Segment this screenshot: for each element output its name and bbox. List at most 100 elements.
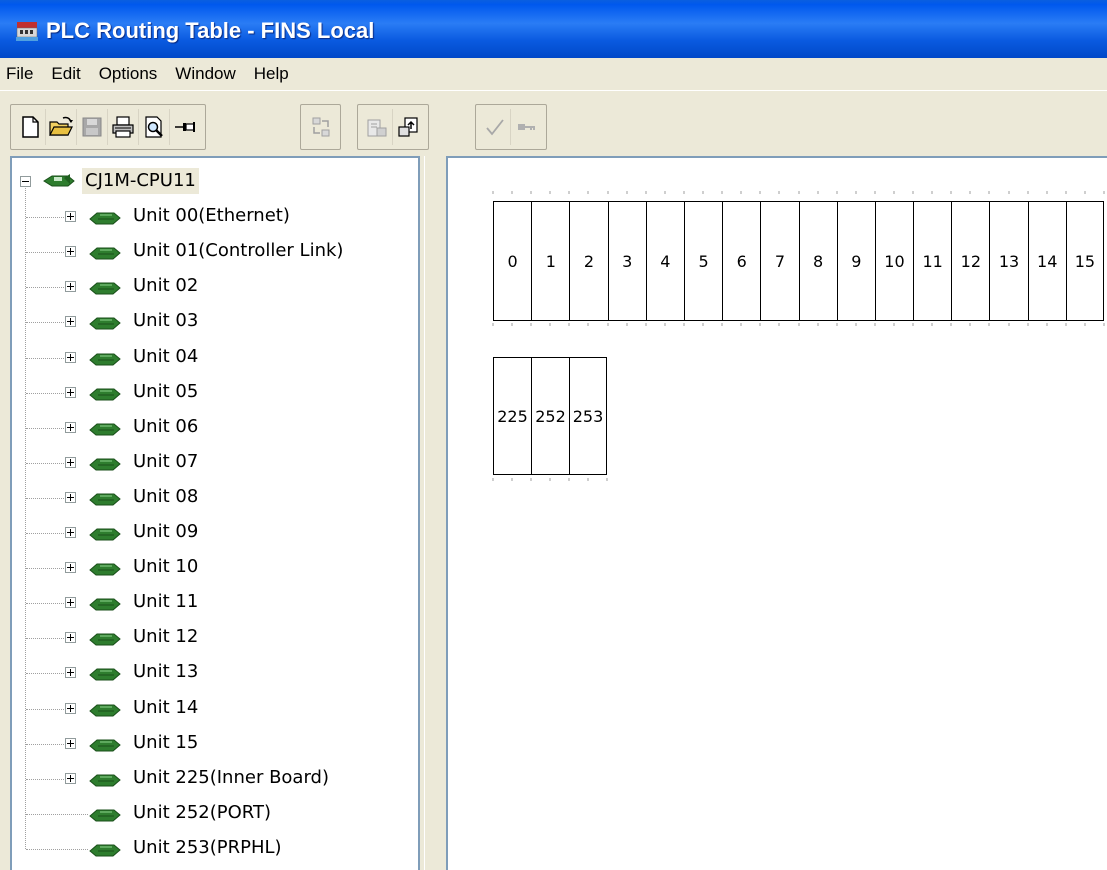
tree-unit-item[interactable]: Unit 10 bbox=[12, 550, 418, 585]
rack-slot[interactable]: 9 bbox=[836, 201, 875, 321]
open-button[interactable] bbox=[46, 109, 77, 145]
rack-tick bbox=[530, 191, 533, 194]
rack-tick bbox=[549, 323, 552, 326]
rack-slot[interactable]: 225 bbox=[493, 357, 531, 475]
tree-unit-item[interactable]: Unit 11 bbox=[12, 585, 418, 620]
rack-slot[interactable]: 7 bbox=[760, 201, 799, 321]
toolbar-verify bbox=[475, 104, 547, 150]
rack-slot[interactable]: 4 bbox=[645, 201, 684, 321]
save-icon bbox=[82, 117, 102, 137]
tree-unit-item[interactable]: Unit 15 bbox=[12, 726, 418, 761]
rack-slot[interactable]: 1 bbox=[531, 201, 570, 321]
tree-unit-item[interactable]: Unit 12 bbox=[12, 620, 418, 655]
expand-icon[interactable] bbox=[65, 246, 76, 258]
rack-slot[interactable]: 13 bbox=[989, 201, 1028, 321]
expand-icon[interactable] bbox=[65, 702, 76, 714]
expand-icon[interactable] bbox=[65, 527, 76, 538]
tree-root[interactable]: CJ1M-CPU11 bbox=[12, 164, 418, 199]
expand-icon[interactable] bbox=[65, 211, 76, 223]
tree-unit-item[interactable]: Unit 253(PRPHL) bbox=[12, 831, 418, 866]
expand-icon[interactable] bbox=[65, 456, 76, 468]
tree-unit-item[interactable]: Unit 03 bbox=[12, 304, 418, 339]
tree-unit-item[interactable]: Unit 13 bbox=[12, 655, 418, 690]
unit-icon bbox=[89, 212, 121, 225]
title-bar[interactable]: PLC Routing Table - FINS Local bbox=[0, 0, 1107, 58]
tree-unit-item[interactable]: Unit 02 bbox=[12, 269, 418, 304]
rack-tick bbox=[606, 191, 609, 194]
rack-slot[interactable]: 252 bbox=[531, 357, 569, 475]
menu-file[interactable]: File bbox=[0, 60, 42, 88]
rack-slot[interactable]: 6 bbox=[722, 201, 761, 321]
print-preview-button[interactable] bbox=[139, 109, 170, 145]
save-button[interactable] bbox=[77, 109, 108, 145]
rack-slot[interactable]: 0 bbox=[493, 201, 532, 321]
key-button[interactable] bbox=[511, 109, 542, 145]
tree-branch-line bbox=[26, 217, 66, 219]
rack-tick bbox=[797, 191, 800, 194]
menu-edit[interactable]: Edit bbox=[42, 60, 89, 88]
tree-unit-item[interactable]: Unit 04 bbox=[12, 340, 418, 375]
rack-tick bbox=[587, 191, 590, 194]
pin-button[interactable] bbox=[170, 109, 201, 145]
rack-slot[interactable]: 5 bbox=[683, 201, 723, 321]
toolbar-transfer bbox=[300, 104, 341, 150]
rack-tick bbox=[969, 191, 972, 194]
expand-icon[interactable] bbox=[65, 562, 76, 574]
rack-slot[interactable]: 10 bbox=[874, 201, 914, 321]
unit-icon bbox=[89, 598, 121, 611]
rack-tick bbox=[492, 323, 494, 326]
tree-unit-label: Unit 01(Controller Link) bbox=[133, 240, 344, 262]
expand-icon[interactable] bbox=[65, 386, 76, 398]
tree-unit-item[interactable]: Unit 00(Ethernet) bbox=[12, 199, 418, 234]
check-button[interactable] bbox=[480, 109, 511, 145]
new-button[interactable] bbox=[15, 109, 46, 145]
tree-unit-item[interactable]: Unit 05 bbox=[12, 375, 418, 410]
expand-icon[interactable] bbox=[65, 632, 76, 644]
panel-splitter[interactable] bbox=[424, 156, 444, 870]
expand-icon[interactable] bbox=[65, 421, 76, 433]
rack-slot[interactable]: 253 bbox=[569, 357, 607, 475]
rack-slot[interactable]: 11 bbox=[913, 201, 952, 321]
expand-icon[interactable] bbox=[65, 351, 76, 363]
expand-icon[interactable] bbox=[65, 281, 76, 293]
tree-unit-item[interactable]: Unit 08 bbox=[12, 480, 418, 515]
rack-slot[interactable]: 15 bbox=[1065, 201, 1104, 321]
rack-slot[interactable]: 12 bbox=[951, 201, 990, 321]
menu-window[interactable]: Window bbox=[166, 60, 244, 88]
tree-unit-item[interactable]: Unit 09 bbox=[12, 515, 418, 550]
expand-icon[interactable] bbox=[65, 667, 76, 679]
menu-options[interactable]: Options bbox=[90, 60, 167, 88]
rack-tick bbox=[702, 191, 705, 194]
print-button[interactable] bbox=[108, 109, 139, 145]
rack-tick bbox=[1026, 323, 1029, 326]
download-button[interactable] bbox=[362, 109, 393, 145]
unit-tree-panel[interactable]: CJ1M-CPU11 Unit 00(Ethernet) Unit 01(Contr… bbox=[10, 156, 420, 870]
menu-bar: File Edit Options Window Help bbox=[0, 58, 1107, 90]
upload-button[interactable] bbox=[393, 109, 424, 145]
tree-unit-item[interactable]: Unit 06 bbox=[12, 410, 418, 445]
key-icon bbox=[517, 124, 535, 130]
expand-icon[interactable] bbox=[65, 737, 76, 749]
menu-help[interactable]: Help bbox=[245, 60, 298, 88]
toolbar-plc bbox=[357, 104, 429, 150]
expand-icon[interactable] bbox=[65, 316, 76, 328]
rack-slot[interactable]: 3 bbox=[607, 201, 646, 321]
tree-unit-item[interactable]: Unit 01(Controller Link) bbox=[12, 234, 418, 269]
tree-unit-item[interactable]: Unit 252(PORT) bbox=[12, 796, 418, 831]
expand-icon[interactable] bbox=[65, 491, 76, 503]
rack-slot[interactable]: 14 bbox=[1027, 201, 1066, 321]
tree-root-label: CJ1M-CPU11 bbox=[82, 168, 199, 194]
transfer-icon bbox=[312, 117, 329, 137]
transfer-button[interactable] bbox=[305, 109, 336, 145]
expand-icon[interactable] bbox=[65, 772, 76, 784]
tree-unit-item[interactable]: Unit 225(Inner Board) bbox=[12, 761, 418, 796]
tree-unit-item[interactable]: Unit 14 bbox=[12, 691, 418, 726]
rack-tick bbox=[1083, 191, 1086, 194]
rack-tick bbox=[740, 191, 743, 194]
rack-slot[interactable]: 8 bbox=[798, 201, 837, 321]
expand-icon[interactable] bbox=[65, 597, 76, 609]
collapse-icon[interactable] bbox=[20, 176, 31, 187]
rack-slot[interactable]: 2 bbox=[569, 201, 608, 321]
tree-unit-item[interactable]: Unit 07 bbox=[12, 445, 418, 480]
rack-tick bbox=[1083, 323, 1086, 326]
